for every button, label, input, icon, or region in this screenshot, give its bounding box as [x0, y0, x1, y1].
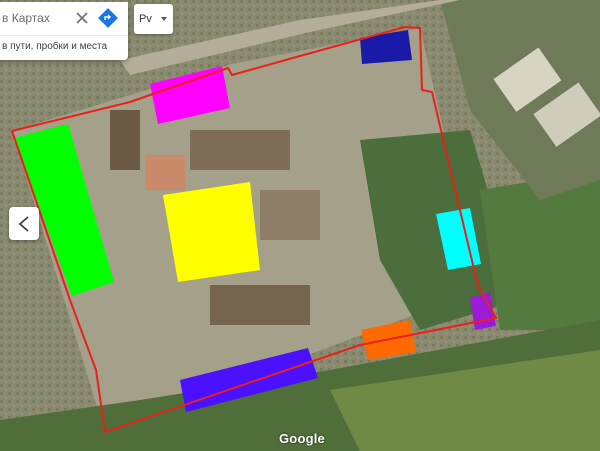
chevron-left-icon — [18, 216, 29, 232]
building-yellow — [163, 182, 260, 282]
debris-4 — [210, 285, 310, 325]
collapse-panel-button[interactable] — [9, 207, 39, 240]
debris-1 — [110, 110, 140, 170]
satellite-imagery — [0, 0, 600, 451]
map-type-label: Рv — [139, 13, 152, 25]
satellite-map[interactable] — [0, 0, 600, 451]
google-watermark: Google — [279, 431, 325, 446]
search-input-text: в Картах — [2, 11, 50, 25]
search-input[interactable]: в Картах — [0, 2, 128, 36]
close-icon[interactable] — [74, 10, 90, 26]
search-panel: в Картах в пути, пробки и места — [0, 2, 128, 60]
directions-icon[interactable] — [98, 8, 118, 28]
roof-small — [145, 155, 185, 190]
map-type-dropdown[interactable]: Рv — [134, 4, 173, 34]
debris-3 — [260, 190, 320, 240]
chevron-down-icon — [161, 17, 167, 21]
debris-2 — [190, 130, 290, 170]
search-hint: в пути, пробки и места — [2, 41, 108, 52]
